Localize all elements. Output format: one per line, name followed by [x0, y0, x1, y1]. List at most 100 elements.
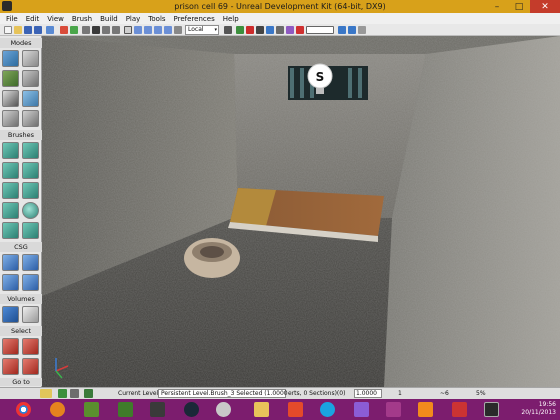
menu-preferences[interactable]: Preferences: [174, 15, 215, 23]
menu-tools[interactable]: Tools: [148, 15, 165, 23]
windows-media-player-icon[interactable]: [50, 402, 65, 417]
volumetric-brush-icon[interactable]: [2, 222, 19, 239]
select-section-label: Select: [0, 326, 42, 336]
csg-intersect-icon[interactable]: [2, 274, 19, 291]
level-icon[interactable]: [84, 389, 93, 398]
actor-classes-icon[interactable]: [286, 26, 294, 34]
coordinate-system-select[interactable]: Local ▾: [185, 25, 219, 35]
fracture-mode-icon[interactable]: [22, 90, 39, 107]
translate-icon[interactable]: [134, 26, 142, 34]
close-button[interactable]: ✕: [530, 0, 560, 13]
minimize-button[interactable]: –: [486, 0, 508, 13]
drag-grid-icon[interactable]: [58, 389, 67, 398]
kismet-icon[interactable]: [236, 26, 244, 34]
search-icon[interactable]: [82, 26, 90, 34]
vlc-icon[interactable]: [418, 402, 433, 417]
texture-align-mode-icon[interactable]: [22, 70, 39, 87]
binoculars-icon[interactable]: [224, 26, 232, 34]
perspective-viewport[interactable]: S: [42, 36, 560, 387]
goto-section-label: Go to: [0, 378, 42, 386]
snap-icon[interactable]: [174, 26, 182, 34]
cut-icon[interactable]: [92, 26, 100, 34]
play-on-pc-icon[interactable]: [358, 26, 366, 34]
menu-brush[interactable]: Brush: [72, 15, 92, 23]
scale-nonuniform-icon[interactable]: [164, 26, 172, 34]
scale-icon[interactable]: [154, 26, 162, 34]
udk-app-icon[interactable]: [2, 1, 12, 11]
select-invert-icon[interactable]: [2, 358, 19, 375]
window-title: prison cell 69 - Unreal Development Kit …: [174, 2, 386, 11]
paste-icon[interactable]: [112, 26, 120, 34]
sound-icon[interactable]: [276, 26, 284, 34]
build-lighting-icon[interactable]: [296, 26, 304, 34]
show-all-icon[interactable]: [22, 358, 39, 375]
csg-deintersect-icon[interactable]: [22, 274, 39, 291]
select-cursor-icon[interactable]: [124, 26, 132, 34]
title-bar: prison cell 69 - Unreal Development Kit …: [0, 0, 560, 13]
folder-icon[interactable]: [254, 402, 269, 417]
spiral-stair-brush-icon[interactable]: [22, 182, 39, 199]
cube-brush-icon[interactable]: [2, 142, 19, 159]
minecraft-icon[interactable]: [84, 402, 99, 417]
game-icon[interactable]: [150, 402, 165, 417]
pencil-icon[interactable]: [354, 402, 369, 417]
geometry-mode-icon[interactable]: [22, 50, 39, 67]
minecraft-icon-2[interactable]: [118, 402, 133, 417]
udk-icon[interactable]: [484, 402, 499, 417]
toggle-icon[interactable]: [70, 389, 79, 398]
camera-mode-icon[interactable]: [2, 50, 19, 67]
coverpoint-mode-icon[interactable]: [2, 110, 19, 127]
open-folder-icon[interactable]: [14, 26, 22, 34]
menu-help[interactable]: Help: [223, 15, 239, 23]
terrain-mode-icon[interactable]: [2, 70, 19, 87]
browser-icon[interactable]: [256, 26, 264, 34]
save-all-icon[interactable]: [34, 26, 42, 34]
steam-icon[interactable]: [184, 402, 199, 417]
selection-info: erts, 0 Sections)(0): [288, 390, 346, 397]
cylinder-brush-icon[interactable]: [2, 162, 19, 179]
matinee-icon[interactable]: [246, 26, 254, 34]
copy-icon[interactable]: [102, 26, 110, 34]
paint-icon[interactable]: [288, 402, 303, 417]
winrar-icon[interactable]: [386, 402, 401, 417]
menu-play[interactable]: Play: [126, 15, 141, 23]
redo-icon[interactable]: [70, 26, 78, 34]
load-icon[interactable]: [46, 26, 54, 34]
new-level-icon[interactable]: [4, 26, 12, 34]
menu-file[interactable]: File: [6, 15, 18, 23]
content-icon[interactable]: [266, 26, 274, 34]
grid-size-value: 1: [398, 390, 402, 397]
landscape-mode-icon[interactable]: [22, 110, 39, 127]
play-in-editor-icon[interactable]: [348, 26, 356, 34]
menu-edit[interactable]: Edit: [26, 15, 40, 23]
rotate-icon[interactable]: [144, 26, 152, 34]
level-browser-icon[interactable]: [40, 389, 52, 398]
skype-icon[interactable]: [320, 402, 335, 417]
menu-view[interactable]: View: [47, 15, 64, 23]
csg-subtract-icon[interactable]: [22, 254, 39, 271]
menu-build[interactable]: Build: [100, 15, 118, 23]
volume-list-icon[interactable]: [22, 306, 39, 323]
hide-selected-icon[interactable]: [22, 338, 39, 355]
taskbar-clock[interactable]: 19:56 20/11/2013: [521, 401, 556, 417]
gamemaker-icon[interactable]: [452, 402, 467, 417]
build-all-icon[interactable]: [338, 26, 346, 34]
light-actor-label[interactable]: S: [316, 70, 325, 84]
csg-add-icon[interactable]: [2, 254, 19, 271]
show-selected-icon[interactable]: [2, 338, 19, 355]
sphere-brush-icon[interactable]: [22, 202, 39, 219]
curved-stair-brush-icon[interactable]: [22, 162, 39, 179]
scale-value: 1.0000: [356, 390, 377, 397]
sheet-brush-icon[interactable]: [2, 202, 19, 219]
tetrahedron-brush-icon[interactable]: [22, 222, 39, 239]
add-volume-icon[interactable]: [2, 306, 19, 323]
disk-icon[interactable]: [216, 402, 231, 417]
maximize-button[interactable]: □: [508, 0, 530, 13]
mesh-paint-mode-icon[interactable]: [2, 90, 19, 107]
prison-cell-scene: S: [42, 36, 560, 387]
save-icon[interactable]: [24, 26, 32, 34]
undo-icon[interactable]: [60, 26, 68, 34]
cone-brush-icon[interactable]: [22, 142, 39, 159]
chrome-icon[interactable]: [16, 402, 31, 417]
linear-stair-brush-icon[interactable]: [2, 182, 19, 199]
